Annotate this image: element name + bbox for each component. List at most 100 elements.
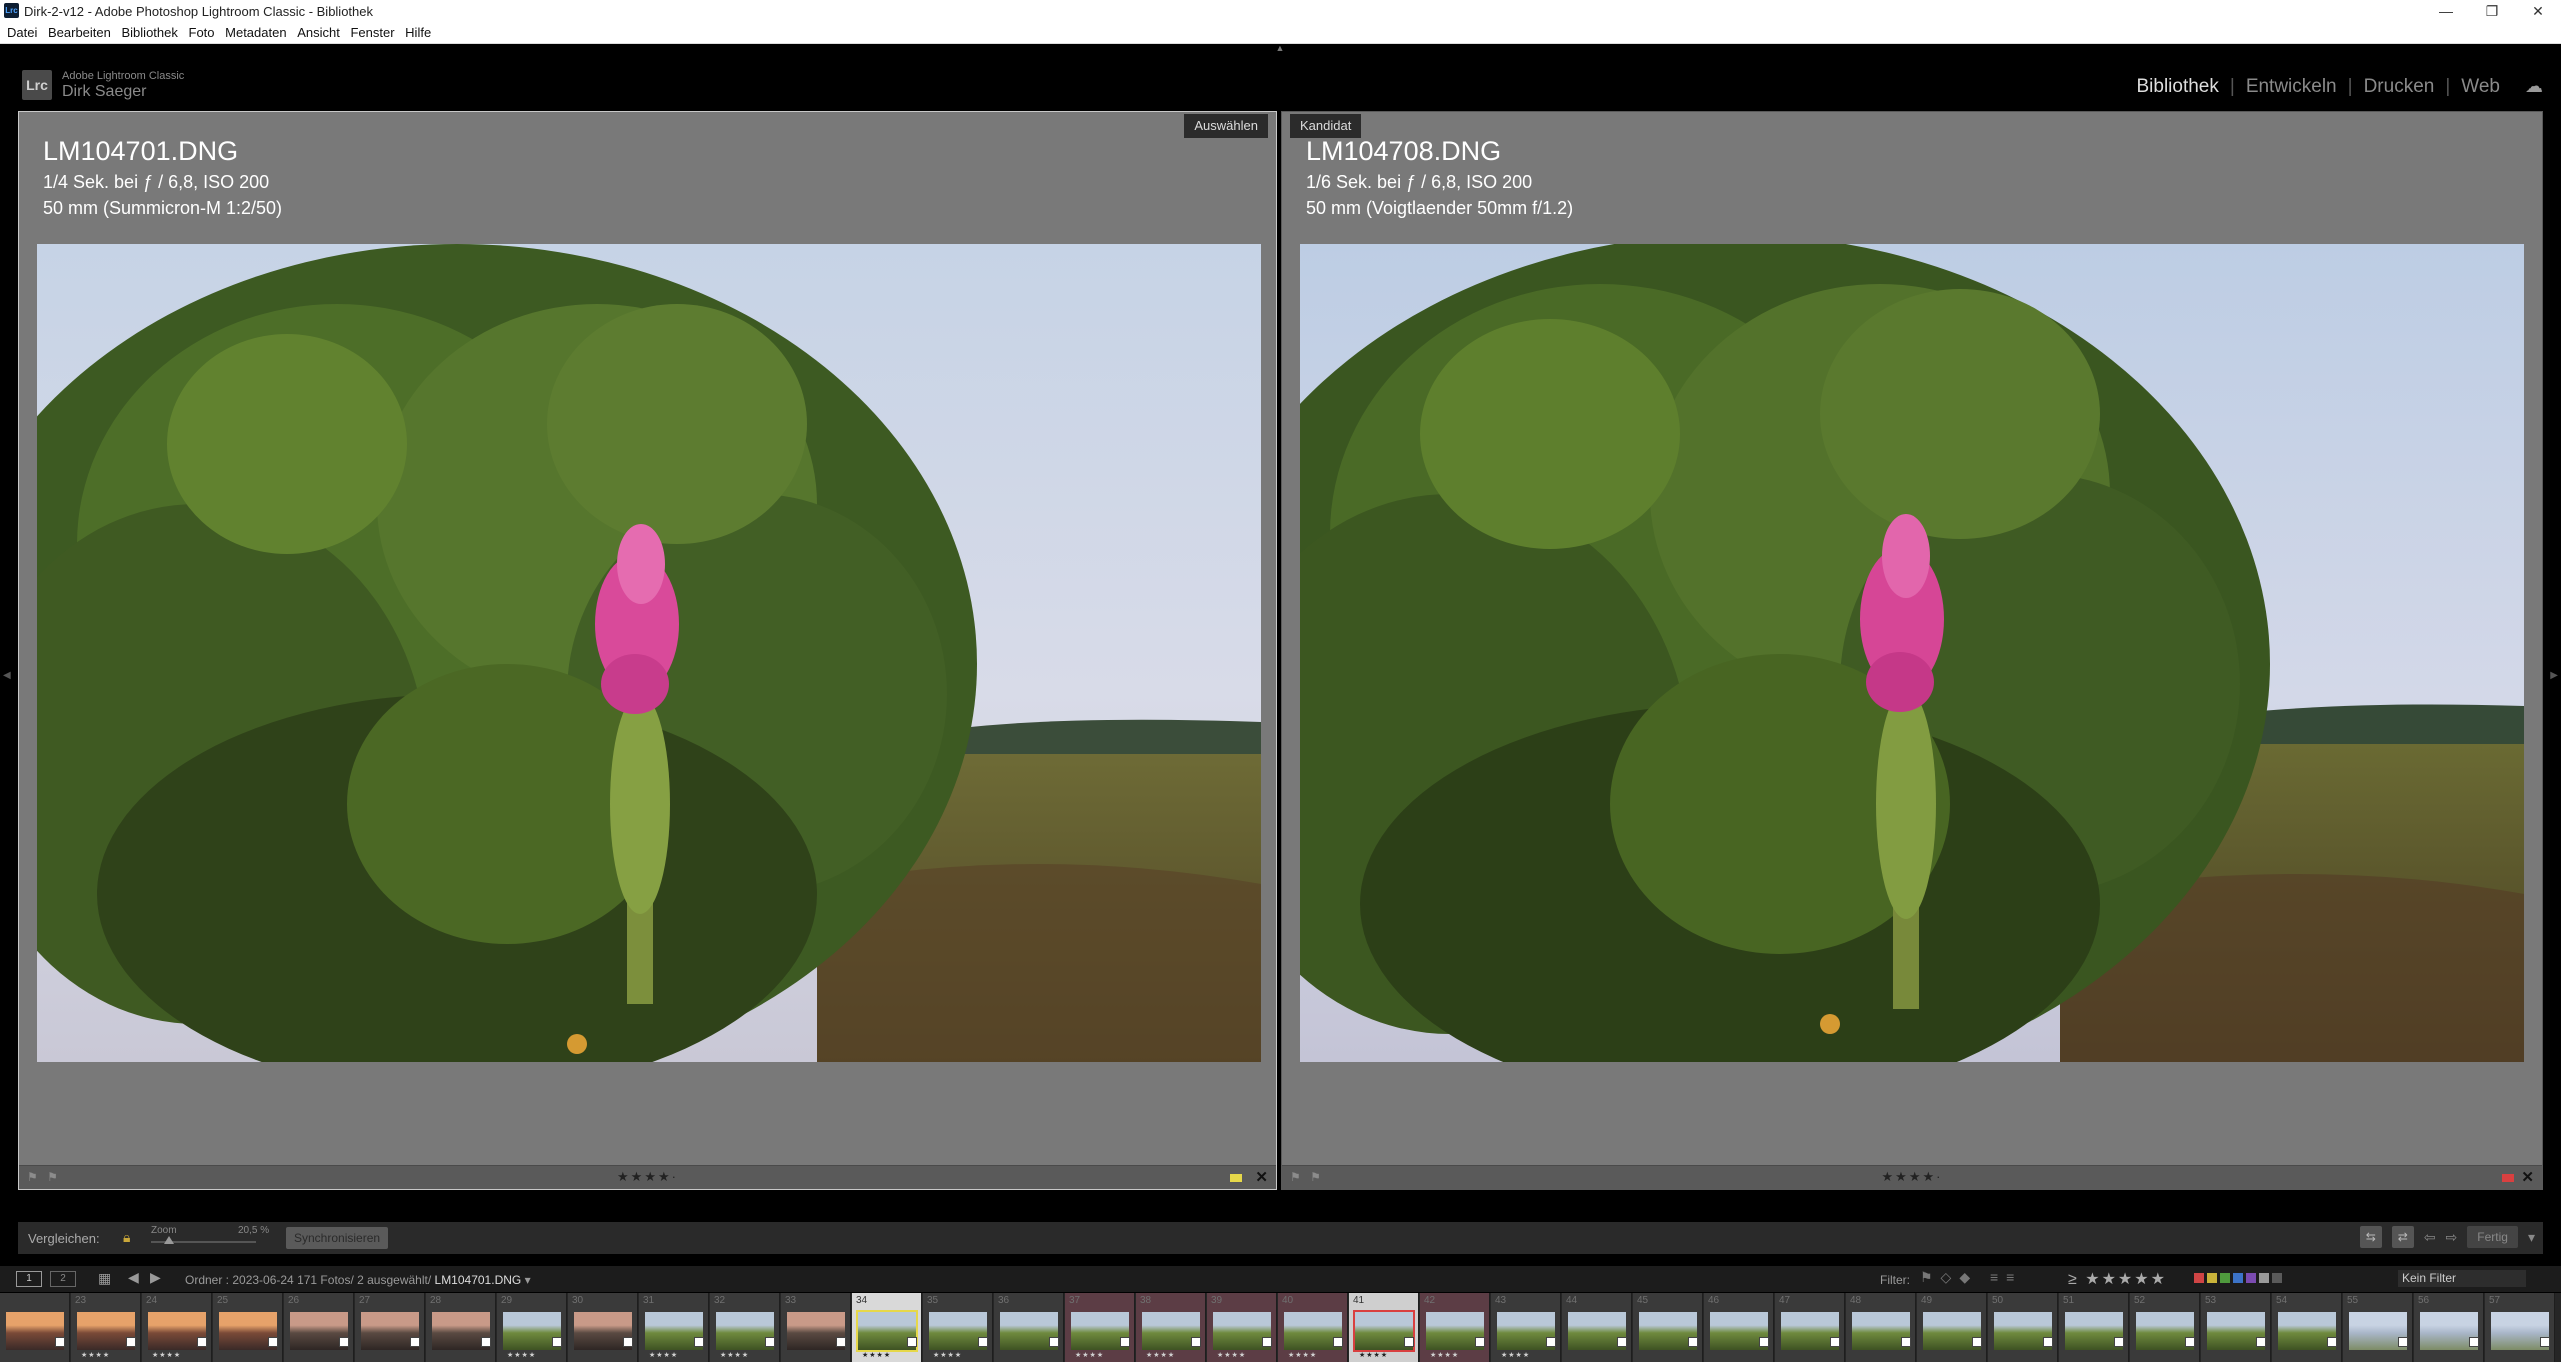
- filmstrip-thumbnail[interactable]: 23 ★★★★: [71, 1293, 141, 1362]
- filmstrip-thumbnail[interactable]: 43 ★★★★: [1491, 1293, 1561, 1362]
- menu-bibliothek[interactable]: Bibliothek: [115, 22, 178, 40]
- star-filter[interactable]: ≥ ★★★★★: [2068, 1269, 2167, 1289]
- cloud-sync-icon[interactable]: ☁: [2525, 76, 2543, 97]
- filmstrip-thumbnail[interactable]: 26: [284, 1293, 354, 1362]
- module-web[interactable]: Web: [2455, 76, 2506, 98]
- filmstrip-thumbnail[interactable]: 37 ★★★★: [1065, 1293, 1135, 1362]
- right-panel-toggle-icon[interactable]: ▶: [2550, 670, 2558, 681]
- color-filter-swatch[interactable]: [2194, 1273, 2204, 1283]
- select-color-label[interactable]: [1230, 1174, 1242, 1182]
- swap-icon[interactable]: ⇆: [2359, 1226, 2382, 1248]
- color-filter-swatch[interactable]: [2272, 1273, 2282, 1283]
- candidate-photo[interactable]: [1300, 244, 2524, 1062]
- filmstrip-thumbnail[interactable]: 52: [2130, 1293, 2200, 1362]
- filmstrip-thumbnail[interactable]: 44: [1562, 1293, 1632, 1362]
- restore-icon[interactable]: ❐: [2469, 0, 2515, 22]
- menu-fenster[interactable]: Fenster: [343, 22, 394, 40]
- menu-bearbeiten[interactable]: Bearbeiten: [41, 22, 111, 40]
- filmstrip-thumbnail[interactable]: 50: [1988, 1293, 2058, 1362]
- filmstrip-thumbnail[interactable]: 56: [2414, 1293, 2484, 1362]
- menu-datei[interactable]: Datei: [0, 22, 37, 40]
- filmstrip-thumbnail[interactable]: 42 ★★★★: [1420, 1293, 1490, 1362]
- arrow-prev-icon[interactable]: ⇦: [2424, 1229, 2436, 1246]
- filmstrip-thumbnail[interactable]: 35 ★★★★: [923, 1293, 993, 1362]
- select-close-icon[interactable]: ✕: [1255, 1168, 1268, 1186]
- grid-view-icon[interactable]: ▦: [98, 1270, 111, 1287]
- make-select-icon[interactable]: ⇄: [2391, 1226, 2414, 1248]
- candidate-color-label[interactable]: [2502, 1174, 2514, 1182]
- edited-badge-icon: [694, 1337, 704, 1347]
- filmstrip-thumbnail[interactable]: 32 ★★★★: [710, 1293, 780, 1362]
- module-bibliothek[interactable]: Bibliothek: [2130, 76, 2224, 98]
- filmstrip-thumbnail[interactable]: 24 ★★★★: [142, 1293, 212, 1362]
- candidate-close-icon[interactable]: ✕: [2521, 1168, 2534, 1186]
- module-drucken[interactable]: Drucken: [2358, 76, 2441, 98]
- filmstrip-thumbnail[interactable]: 34 ★★★★: [852, 1293, 922, 1362]
- lock-icon[interactable]: 🔒︎: [123, 1229, 130, 1246]
- filmstrip-thumbnail[interactable]: 38 ★★★★: [1136, 1293, 1206, 1362]
- menu-metadaten[interactable]: Metadaten: [218, 22, 286, 40]
- minimize-icon[interactable]: —: [2423, 0, 2469, 22]
- filmstrip-thumbnail[interactable]: 29 ★★★★: [497, 1293, 567, 1362]
- filter-preset-select[interactable]: Kein Filter: [2398, 1270, 2526, 1287]
- main-screen-button[interactable]: 1: [16, 1271, 42, 1287]
- filmstrip-thumbnail[interactable]: 48: [1846, 1293, 1916, 1362]
- filmstrip-thumbnail[interactable]: 36: [994, 1293, 1064, 1362]
- filmstrip-thumbnail[interactable]: 28: [426, 1293, 496, 1362]
- left-panel-toggle-icon[interactable]: ◀: [3, 670, 11, 681]
- candidate-flag-icons[interactable]: ⚑ ⚑: [1290, 1170, 1324, 1184]
- filmstrip-thumbnail[interactable]: 57: [2485, 1293, 2555, 1362]
- flag-filter-icons[interactable]: ⚑◇◆ ≡≡: [1920, 1269, 2022, 1286]
- module-entwickeln[interactable]: Entwickeln: [2240, 76, 2343, 98]
- thumbnail-index: 34: [856, 1295, 868, 1306]
- menu-ansicht[interactable]: Ansicht: [290, 22, 340, 40]
- color-filter-swatch[interactable]: [2259, 1273, 2269, 1283]
- filmstrip-thumbnail[interactable]: 46: [1704, 1293, 1774, 1362]
- filmstrip-thumbnail[interactable]: 31 ★★★★: [639, 1293, 709, 1362]
- select-flag-icons[interactable]: ⚑ ⚑: [27, 1170, 61, 1184]
- close-window-icon[interactable]: ✕: [2515, 0, 2561, 22]
- filmstrip-thumbnail[interactable]: 39 ★★★★: [1207, 1293, 1277, 1362]
- filmstrip-thumbnail[interactable]: 27: [355, 1293, 425, 1362]
- second-screen-button[interactable]: 2: [50, 1271, 76, 1287]
- color-filter-swatch[interactable]: [2246, 1273, 2256, 1283]
- zoom-slider-thumb[interactable]: [164, 1236, 174, 1244]
- filmstrip-thumbnail[interactable]: [0, 1293, 70, 1362]
- filmstrip-thumbnail[interactable]: 33: [781, 1293, 851, 1362]
- thumbnail-index: 26: [288, 1295, 300, 1306]
- source-path[interactable]: Ordner : 2023-06-24 171 Fotos/ 2 ausgewä…: [185, 1273, 531, 1287]
- filmstrip-thumbnail[interactable]: 41 ★★★★: [1349, 1293, 1419, 1362]
- back-arrow-icon[interactable]: ◀: [128, 1269, 139, 1286]
- filmstrip-thumbnail[interactable]: 54: [2272, 1293, 2342, 1362]
- sync-button[interactable]: Synchronisieren: [286, 1227, 389, 1249]
- forward-arrow-icon[interactable]: ▶: [150, 1269, 161, 1286]
- candidate-pane[interactable]: Kandidat LM104708.DNG 1/6 Sek. bei ƒ / 6…: [1281, 111, 2543, 1190]
- select-photo[interactable]: [37, 244, 1261, 1062]
- candidate-lens: 50 mm (Voigtlaender 50mm f/1.2): [1306, 198, 1574, 218]
- thumbnail-index: 45: [1637, 1295, 1649, 1306]
- path-count: 171 Fotos/ 2 ausgewählt/: [297, 1273, 432, 1287]
- filmstrip-thumbnail[interactable]: 45: [1633, 1293, 1703, 1362]
- color-filter-swatches[interactable]: [2194, 1273, 2282, 1283]
- filmstrip-thumbnail[interactable]: 53: [2201, 1293, 2271, 1362]
- menu-hilfe[interactable]: Hilfe: [398, 22, 431, 40]
- filmstrip-thumbnail[interactable]: 40 ★★★★: [1278, 1293, 1348, 1362]
- path-chevron-icon[interactable]: ▾: [525, 1273, 531, 1287]
- done-button[interactable]: Fertig: [2467, 1226, 2518, 1248]
- candidate-star-rating[interactable]: ★★★★·: [1882, 1169, 1943, 1185]
- color-filter-swatch[interactable]: [2233, 1273, 2243, 1283]
- filmstrip-thumbnail[interactable]: 30: [568, 1293, 638, 1362]
- toolbar-menu-chevron-icon[interactable]: ▾: [2528, 1229, 2535, 1246]
- filmstrip-thumbnail[interactable]: 51: [2059, 1293, 2129, 1362]
- filmstrip-thumbnail[interactable]: 25: [213, 1293, 283, 1362]
- select-star-rating[interactable]: ★★★★·: [617, 1169, 678, 1185]
- filmstrip-thumbnail[interactable]: 55: [2343, 1293, 2413, 1362]
- arrow-next-icon[interactable]: ⇨: [2446, 1229, 2458, 1246]
- color-filter-swatch[interactable]: [2207, 1273, 2217, 1283]
- color-filter-swatch[interactable]: [2220, 1273, 2230, 1283]
- top-panel-toggle-icon[interactable]: ▲: [1275, 44, 1285, 53]
- filmstrip-thumbnail[interactable]: 49: [1917, 1293, 1987, 1362]
- select-pane[interactable]: Auswählen LM104701.DNG 1/4 Sek. bei ƒ / …: [18, 111, 1277, 1190]
- filmstrip-thumbnail[interactable]: 47: [1775, 1293, 1845, 1362]
- menu-foto[interactable]: Foto: [182, 22, 215, 40]
